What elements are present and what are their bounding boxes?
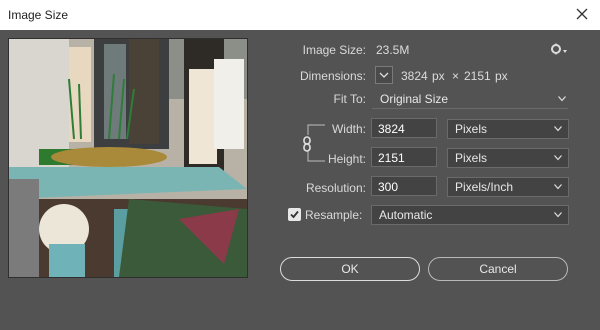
image-preview[interactable] xyxy=(8,38,248,278)
width-label: Width: xyxy=(331,122,366,136)
width-unit-select[interactable]: Pixels xyxy=(447,119,569,139)
link-icon[interactable] xyxy=(298,134,318,154)
dimensions-unit-1: px xyxy=(432,69,445,83)
height-label: Height: xyxy=(327,152,366,166)
image-size-label: Image Size: xyxy=(302,43,366,57)
chevron-down-icon xyxy=(379,72,389,78)
chevron-down-icon xyxy=(554,184,562,190)
fit-to-select[interactable]: Original Size xyxy=(372,90,568,109)
dimensions-label: Dimensions: xyxy=(299,69,366,83)
resample-label: Resample: xyxy=(305,208,363,222)
cancel-button[interactable]: Cancel xyxy=(428,257,568,281)
resolution-value: 300 xyxy=(378,180,399,194)
height-input[interactable]: 2151 xyxy=(371,147,437,167)
dimensions-unit-2: px xyxy=(495,69,508,83)
checkbox-icon xyxy=(290,210,299,219)
ok-button[interactable]: OK xyxy=(280,257,420,281)
chevron-down-icon xyxy=(554,155,562,161)
width-input[interactable]: 3824 xyxy=(371,118,437,138)
gear-icon[interactable] xyxy=(550,42,568,56)
chevron-down-icon xyxy=(558,96,566,102)
fit-to-value: Original Size xyxy=(380,92,449,106)
dimensions-width: 3824 xyxy=(401,69,428,83)
dimensions-times: × xyxy=(452,69,460,83)
height-unit-value: Pixels xyxy=(455,151,488,165)
height-value: 2151 xyxy=(378,151,405,165)
dimensions-dropdown-icon[interactable] xyxy=(375,66,393,84)
chevron-down-icon xyxy=(554,212,562,218)
resolution-input[interactable]: 300 xyxy=(371,176,437,196)
resample-checkbox[interactable] xyxy=(288,208,301,221)
resample-method-value: Automatic xyxy=(379,208,433,222)
window-title: Image Size xyxy=(8,8,69,22)
resample-method-select[interactable]: Automatic xyxy=(371,205,569,225)
resolution-label: Resolution: xyxy=(305,181,366,195)
resolution-unit-value: Pixels/Inch xyxy=(455,180,514,194)
width-unit-value: Pixels xyxy=(455,122,488,136)
title-bar: Image Size xyxy=(0,0,600,30)
preview-photo xyxy=(9,39,247,277)
dimensions-height: 2151 xyxy=(464,69,491,83)
close-icon[interactable] xyxy=(572,4,592,24)
fit-to-label: Fit To: xyxy=(333,92,366,106)
height-unit-select[interactable]: Pixels xyxy=(447,148,569,168)
image-size-value: 23.5M xyxy=(376,43,410,57)
width-value: 3824 xyxy=(378,122,405,136)
chevron-down-icon xyxy=(554,126,562,132)
image-size-dialog: Image Size: 23.5M Dimensions: 3824 px × … xyxy=(0,30,600,330)
resolution-unit-select[interactable]: Pixels/Inch xyxy=(447,177,569,197)
